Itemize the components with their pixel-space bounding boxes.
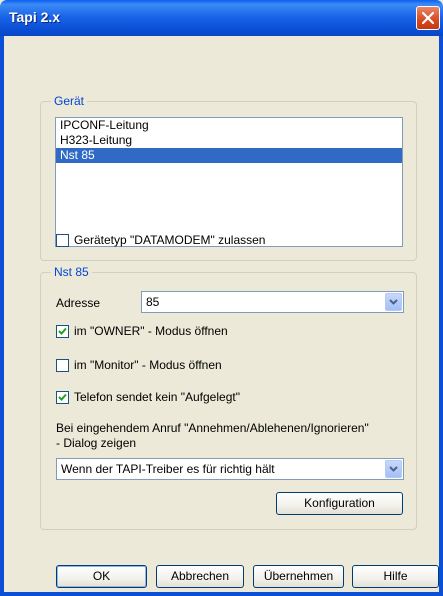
- address-dropdown-button[interactable]: [385, 293, 402, 311]
- incoming-call-value: Wenn der TAPI-Treiber es für richtig häl…: [61, 462, 275, 476]
- nst-group-label: Nst 85: [51, 265, 92, 279]
- monitor-checkbox-label: im "Monitor" - Modus öffnen: [74, 358, 222, 372]
- address-label: Adresse: [56, 296, 101, 310]
- window-frame-right: [439, 36, 443, 596]
- owner-checkbox-row[interactable]: im "OWNER" - Modus öffnen: [56, 324, 228, 338]
- checkmark-icon: [58, 327, 67, 335]
- checkmark-icon: [58, 393, 67, 401]
- incoming-call-dropdown-button[interactable]: [385, 460, 402, 478]
- hangup-checkbox-row[interactable]: Telefon sendet kein "Aufgelegt": [56, 390, 240, 404]
- configuration-button[interactable]: Konfiguration: [276, 492, 403, 515]
- device-list-item-selected[interactable]: Nst 85: [56, 148, 402, 163]
- window-frame-left: [0, 36, 4, 596]
- monitor-checkbox-row[interactable]: im "Monitor" - Modus öffnen: [56, 358, 222, 372]
- device-group-label: Gerät: [51, 94, 88, 108]
- device-list-item[interactable]: H323-Leitung: [56, 133, 402, 148]
- owner-checkbox[interactable]: [56, 324, 69, 338]
- incoming-call-text-1: Bei eingehendem Anruf "Annehmen/Ablehene…: [56, 421, 369, 435]
- hangup-checkbox-label: Telefon sendet kein "Aufgelegt": [74, 390, 240, 404]
- device-list-item[interactable]: IPCONF-Leitung: [56, 118, 402, 133]
- window-frame-bottom: [0, 592, 443, 596]
- chevron-down-icon: [389, 466, 398, 472]
- chevron-down-icon: [389, 299, 398, 305]
- close-icon: [422, 12, 434, 24]
- datamodem-checkbox[interactable]: [56, 233, 69, 247]
- incoming-call-combo[interactable]: Wenn der TAPI-Treiber es für richtig häl…: [56, 458, 404, 480]
- monitor-checkbox[interactable]: [56, 358, 69, 372]
- ok-button[interactable]: OK: [56, 565, 147, 588]
- device-listbox[interactable]: IPCONF-Leitung H323-Leitung Nst 85: [55, 117, 403, 247]
- hangup-checkbox[interactable]: [56, 390, 69, 404]
- cancel-button[interactable]: Abbrechen: [156, 565, 244, 588]
- apply-button[interactable]: Übernehmen: [253, 565, 344, 588]
- window-title: Tapi 2.x: [9, 9, 61, 25]
- address-combo[interactable]: 85: [141, 291, 404, 313]
- address-value: 85: [146, 295, 160, 309]
- help-button[interactable]: Hilfe: [352, 565, 439, 588]
- dialog-window: Tapi 2.x Gerät IPCONF-Leitung H323-Leitu…: [0, 0, 443, 596]
- owner-checkbox-label: im "OWNER" - Modus öffnen: [74, 324, 228, 338]
- close-button[interactable]: [416, 6, 440, 30]
- datamodem-checkbox-row[interactable]: Gerätetyp "DATAMODEM" zulassen: [56, 233, 265, 247]
- title-bar[interactable]: Tapi 2.x: [0, 0, 443, 36]
- datamodem-checkbox-label: Gerätetyp "DATAMODEM" zulassen: [74, 233, 266, 247]
- incoming-call-text-2: - Dialog zeigen: [56, 436, 137, 450]
